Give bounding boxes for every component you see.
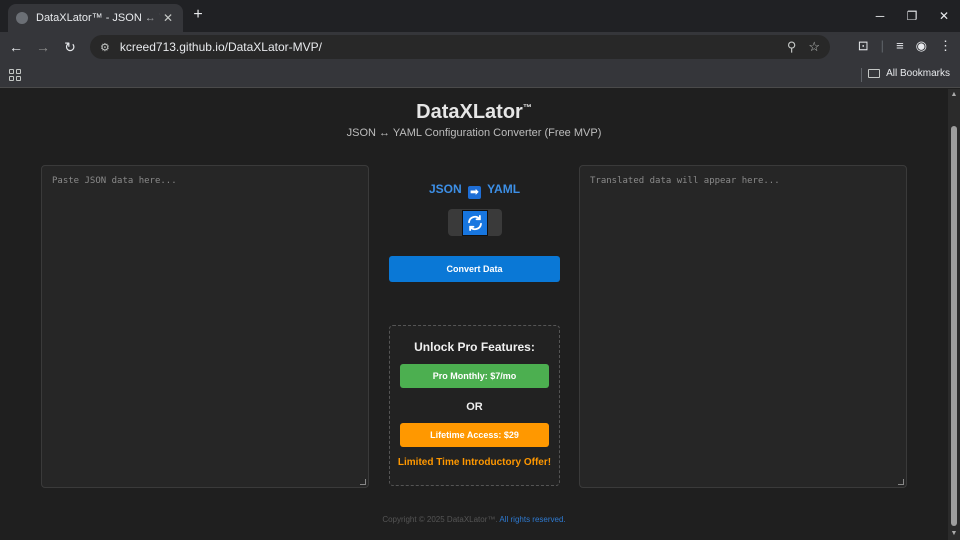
- pro-monthly-button[interactable]: Pro Monthly: $7/mo: [400, 364, 549, 388]
- copyright-text: Copyright © 2025 DataXLator™.: [382, 515, 498, 524]
- restore-icon[interactable]: ❐: [896, 0, 928, 32]
- toolbar-right: ⊡ | ≡ ◉ ⋮: [858, 38, 952, 54]
- direction-indicator: JSON ➡ YAML: [389, 182, 560, 199]
- trademark-mark: ™: [522, 102, 532, 113]
- all-bookmarks-button[interactable]: All Bookmarks: [868, 68, 950, 79]
- page-content: DataXLator™ JSON ↔ YAML Configuration Co…: [0, 89, 948, 540]
- zoom-icon[interactable]: ⚲: [787, 39, 797, 55]
- controls-column: JSON ➡ YAML Convert Data: [389, 165, 560, 282]
- page-scrollbar[interactable]: ▲ ▼: [948, 89, 960, 540]
- close-tab-icon[interactable]: ✕: [161, 11, 175, 25]
- page-subtitle: JSON ↔ YAML Configuration Converter (Fre…: [346, 127, 602, 139]
- direction-to: YAML: [487, 182, 521, 196]
- page-title: DataXLator™: [0, 101, 948, 124]
- pro-features-box: Unlock Pro Features: Pro Monthly: $7/mo …: [389, 325, 560, 486]
- all-bookmarks-label: All Bookmarks: [886, 68, 950, 79]
- direction-from: JSON: [428, 182, 462, 196]
- swap-direction-button[interactable]: [461, 209, 488, 236]
- browser-tab-strip: DataXLator™ - JSON ↔ YAML Tr ✕ + ─ ❐ ✕: [0, 0, 960, 32]
- json-input-panel: [41, 165, 369, 488]
- bookmarks-divider: [861, 68, 862, 82]
- minimize-icon[interactable]: ─: [864, 0, 896, 32]
- close-window-icon[interactable]: ✕: [928, 0, 960, 32]
- right-arrow-icon: ➡: [468, 186, 481, 199]
- reload-icon[interactable]: ↻: [61, 38, 79, 56]
- apps-grid-icon[interactable]: [9, 69, 21, 81]
- convert-data-button[interactable]: Convert Data: [389, 256, 560, 282]
- output-textarea[interactable]: [580, 166, 906, 487]
- window-controls: ─ ❐ ✕: [864, 0, 960, 32]
- scroll-down-icon[interactable]: ▼: [950, 530, 958, 538]
- or-separator: OR: [466, 401, 483, 413]
- rights-text: All rights reserved.: [497, 515, 566, 524]
- resize-handle-icon[interactable]: [360, 479, 366, 485]
- url-text[interactable]: kcreed713.github.io/DataXLator-MVP/: [120, 40, 775, 54]
- footer: Copyright © 2025 DataXLator™. All rights…: [0, 515, 948, 524]
- browser-tab[interactable]: DataXLator™ - JSON ↔ YAML Tr ✕: [8, 4, 183, 32]
- offer-text: Limited Time Introductory Offer!: [397, 457, 552, 468]
- folder-icon: [868, 69, 881, 78]
- toolbar-divider: |: [880, 38, 885, 53]
- back-icon[interactable]: ←: [7, 38, 25, 56]
- profile-icon[interactable]: ◉: [916, 38, 927, 54]
- bookmark-star-icon[interactable]: ☆: [808, 39, 820, 55]
- browser-toolbar: ← → ↻ ⚙ kcreed713.github.io/DataXLator-M…: [0, 32, 960, 62]
- title-text: DataXLator: [416, 101, 523, 123]
- lifetime-access-button[interactable]: Lifetime Access: $29: [400, 423, 549, 447]
- bookmarks-bar: All Bookmarks: [0, 62, 960, 88]
- scrollbar-thumb[interactable]: [951, 126, 957, 526]
- refresh-icon: [467, 214, 482, 231]
- forward-icon[interactable]: →: [34, 38, 52, 56]
- reading-list-icon[interactable]: ≡: [896, 38, 904, 54]
- menu-icon[interactable]: ⋮: [939, 38, 952, 54]
- scroll-up-icon[interactable]: ▲: [950, 91, 958, 99]
- globe-icon: [16, 12, 28, 24]
- pro-title: Unlock Pro Features:: [414, 340, 535, 354]
- json-input[interactable]: [42, 166, 368, 487]
- address-bar[interactable]: ⚙ kcreed713.github.io/DataXLator-MVP/ ⚲ …: [90, 35, 830, 59]
- tab-title: DataXLator™ - JSON ↔ YAML Tr: [36, 12, 161, 24]
- tab-search-icon[interactable]: ⊡: [858, 38, 869, 54]
- new-tab-button[interactable]: +: [189, 6, 207, 24]
- site-info-icon[interactable]: ⚙: [100, 41, 110, 54]
- resize-handle-icon[interactable]: [898, 479, 904, 485]
- swap-container: [447, 209, 502, 236]
- output-panel: [579, 165, 907, 488]
